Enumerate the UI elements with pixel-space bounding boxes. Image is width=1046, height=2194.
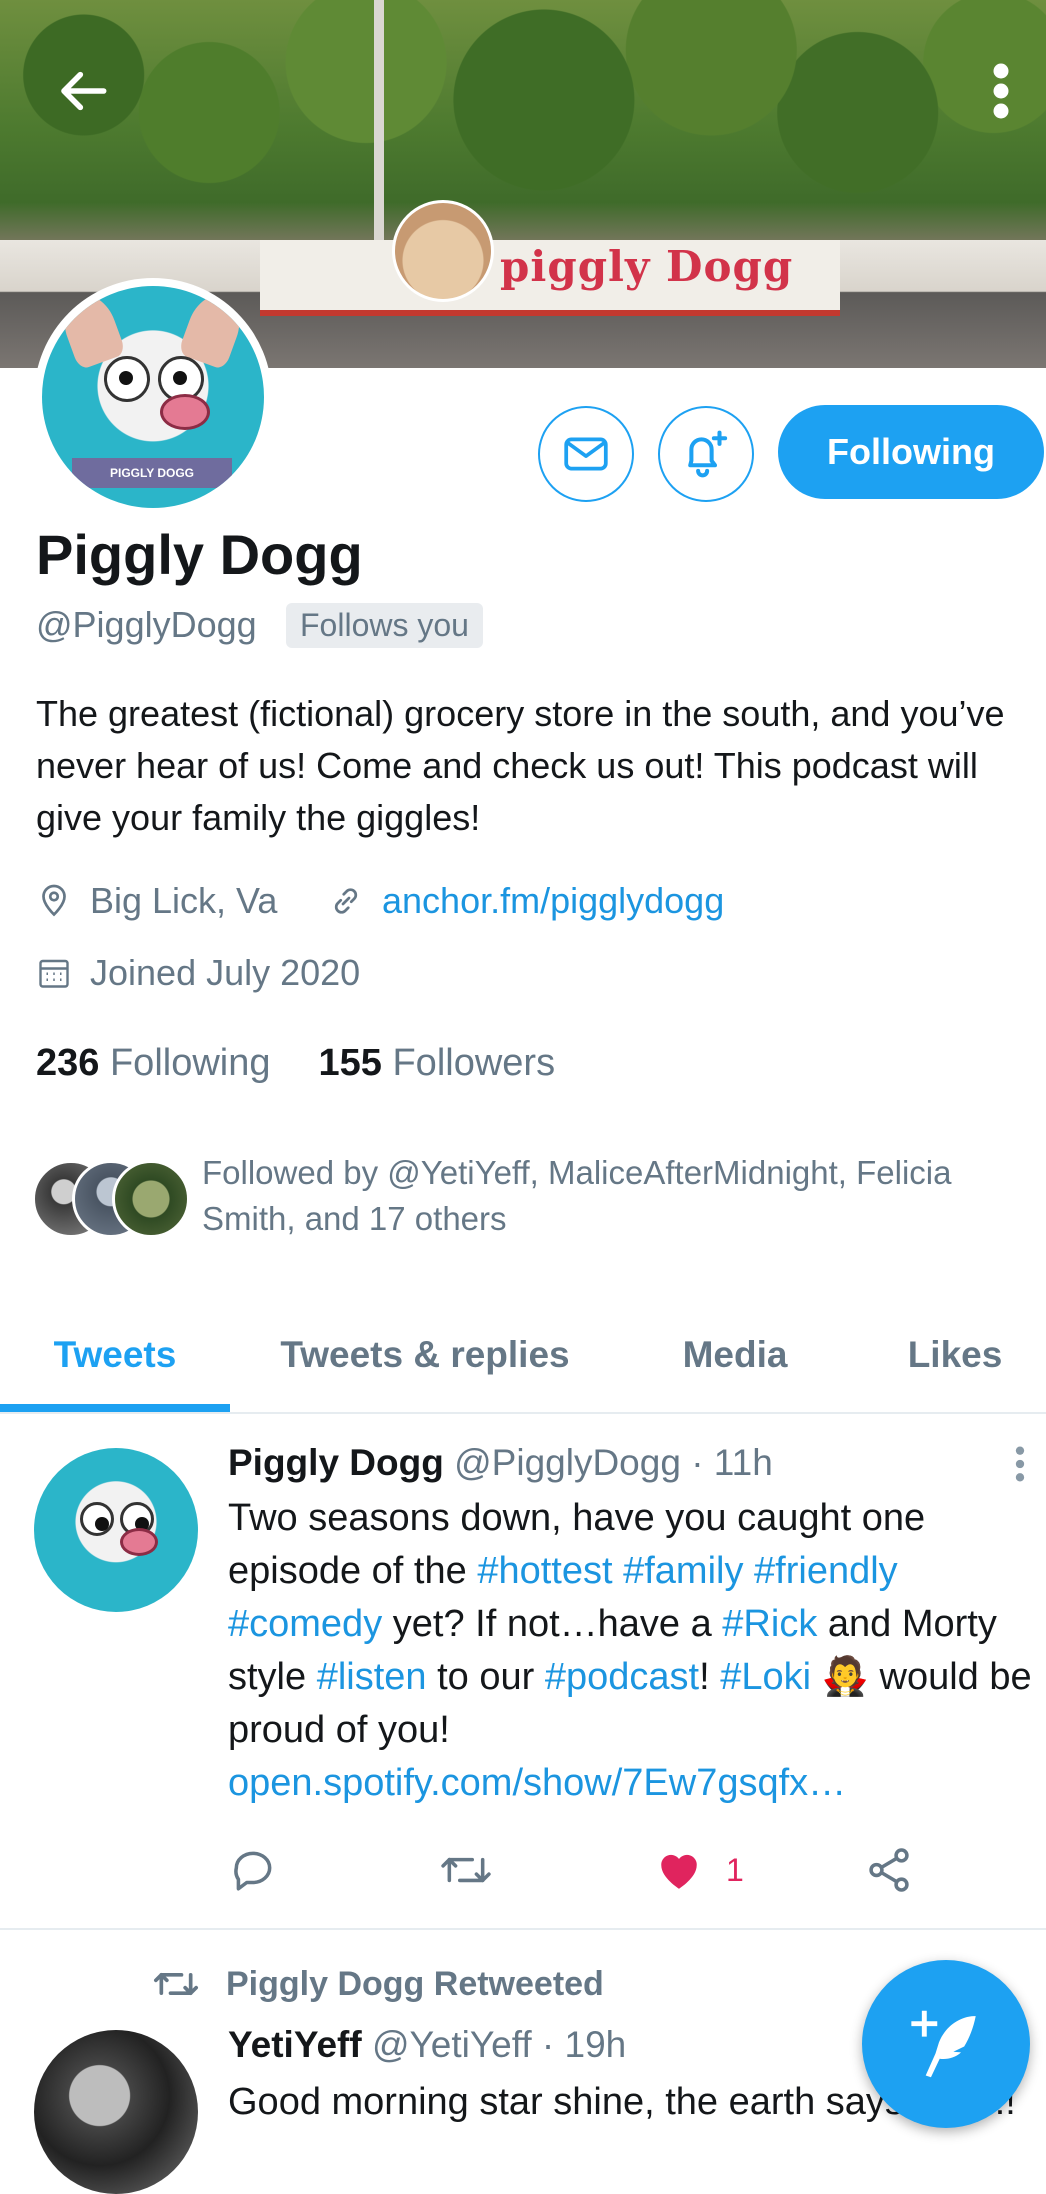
tab-media[interactable]: Media [640, 1300, 830, 1410]
hashtag-link[interactable]: #friendly [754, 1550, 898, 1592]
like-count: 1 [726, 1851, 744, 1888]
pig-eye-left [104, 356, 150, 402]
more-vertical-icon [993, 63, 1009, 119]
avatar-banner-text: PIGGLY DOGG [72, 458, 232, 488]
banner-sign: piggly Dogg [500, 242, 794, 291]
follows-you-badge: Follows you [286, 603, 483, 648]
banner-dog-logo [392, 200, 494, 302]
following-stat[interactable]: 236 Following [36, 1042, 271, 1085]
profile-bio: The greatest (fictional) grocery store i… [36, 693, 1005, 838]
following-label: Following [109, 1042, 271, 1084]
feather-plus-icon [911, 2010, 976, 2078]
website-link[interactable]: anchor.fm/pigglydogg [382, 880, 724, 922]
tweet-time: · 19h [541, 2024, 627, 2065]
tweet-author-handle: @YetiYeff [371, 2024, 532, 2065]
tweet-text-segment: ! [699, 1656, 721, 1698]
retweet-icon [153, 1973, 198, 1995]
tab-tweets[interactable]: Tweets [0, 1300, 230, 1410]
share-icon [869, 1848, 909, 1892]
followers-stat[interactable]: 155 Followers [319, 1042, 556, 1085]
retweet-button[interactable] [438, 1840, 494, 1900]
share-button[interactable] [864, 1840, 914, 1900]
location-pin-icon [42, 884, 66, 917]
banner-trees [0, 0, 1046, 250]
profile-joined: Joined July 2020 [36, 952, 360, 994]
tweet-author-name[interactable]: YetiYeff [228, 2024, 362, 2065]
more-options-button[interactable] [966, 56, 1036, 126]
tweet-avatar[interactable] [34, 2030, 198, 2194]
compose-tweet-button[interactable] [862, 1960, 1030, 2128]
retweeted-label[interactable]: Piggly Dogg Retweeted [150, 1962, 604, 2006]
profile-handle: @PigglyDogg [36, 604, 257, 645]
followed-by-text[interactable]: Followed by @YetiYeff, MaliceAfterMidnig… [202, 1150, 1022, 1242]
reply-icon [234, 1851, 272, 1891]
mail-icon [564, 437, 608, 471]
spotify-link[interactable]: open.spotify.com/show/7Ew7gsqfx… [228, 1762, 846, 1804]
pig-eye-left [80, 1502, 114, 1536]
tweet-author-name[interactable]: Piggly Dogg [228, 1442, 444, 1483]
followers-count: 155 [318, 1042, 382, 1084]
hashtag-link[interactable]: #podcast [545, 1656, 699, 1698]
pig-nose [120, 1528, 158, 1556]
location-text: Big Lick, Va [90, 880, 278, 921]
retweeted-text: Piggly Dogg Retweeted [226, 1964, 604, 2003]
hashtag-link[interactable]: #hottest [477, 1550, 612, 1592]
profile-website[interactable]: anchor.fm/pigglydogg [328, 880, 724, 922]
tweet-time: · 11h [691, 1442, 773, 1483]
more-vertical-icon [1015, 1446, 1025, 1482]
tweet-text-segment: yet? If not…have a [382, 1603, 723, 1645]
tweet-more-button[interactable] [1008, 1444, 1032, 1484]
avatar-image: PIGGLY DOGG [42, 286, 264, 508]
notifications-button[interactable] [658, 406, 754, 502]
profile-location: Big Lick, Va [36, 880, 277, 922]
arrow-left-icon [61, 71, 107, 111]
hashtag-link[interactable]: #Rick [722, 1603, 817, 1645]
tweet-author-handle: @PigglyDogg [454, 1442, 681, 1483]
followers-label: Followers [392, 1042, 556, 1084]
tweet-avatar[interactable] [34, 1448, 198, 1612]
calendar-icon [39, 959, 69, 988]
follower-avatar [112, 1160, 190, 1238]
bell-plus-icon [688, 430, 728, 478]
following-button[interactable]: Following [778, 405, 1044, 499]
reply-button[interactable] [228, 1840, 278, 1900]
profile-name: Piggly Dogg [36, 523, 363, 586]
joined-text: Joined July 2020 [90, 952, 361, 993]
back-button[interactable] [50, 56, 120, 126]
tab-tweets-replies[interactable]: Tweets & replies [250, 1300, 600, 1410]
tweet-divider [0, 1928, 1046, 1930]
active-tab-indicator [0, 1404, 230, 1412]
tweet-header: YetiYeff @YetiYeff · 19h [228, 2024, 626, 2066]
following-count: 236 [36, 1042, 100, 1084]
heart-filled-icon [661, 1854, 697, 1889]
profile-avatar[interactable]: PIGGLY DOGG [34, 278, 272, 516]
tweet-text: Two seasons down, have you caught one ep… [228, 1492, 1038, 1810]
tab-likes[interactable]: Likes [870, 1300, 1040, 1410]
profile-stats: 236 Following 155 Followers [36, 1042, 555, 1085]
hashtag-link[interactable]: #family [623, 1550, 743, 1592]
hashtag-link[interactable]: #comedy [228, 1603, 382, 1645]
like-button[interactable]: 1 [654, 1840, 744, 1900]
tweet-header: Piggly Dogg @PigglyDogg · 11h [228, 1442, 773, 1484]
hashtag-link[interactable]: #Loki [720, 1656, 811, 1698]
vampire-emoji: 🧛 [821, 1656, 869, 1698]
hashtag-link[interactable]: #listen [317, 1656, 427, 1698]
tweet-actions: 1 [228, 1840, 948, 1900]
pig-nose [160, 394, 210, 430]
followed-by-avatars[interactable] [32, 1160, 192, 1238]
tweet-text-segment: to our [426, 1656, 545, 1698]
retweet-icon [441, 1857, 491, 1883]
link-icon [334, 888, 358, 914]
profile-tabs: Tweets Tweets & replies Media Likes [0, 1300, 1046, 1414]
message-button[interactable] [538, 406, 634, 502]
